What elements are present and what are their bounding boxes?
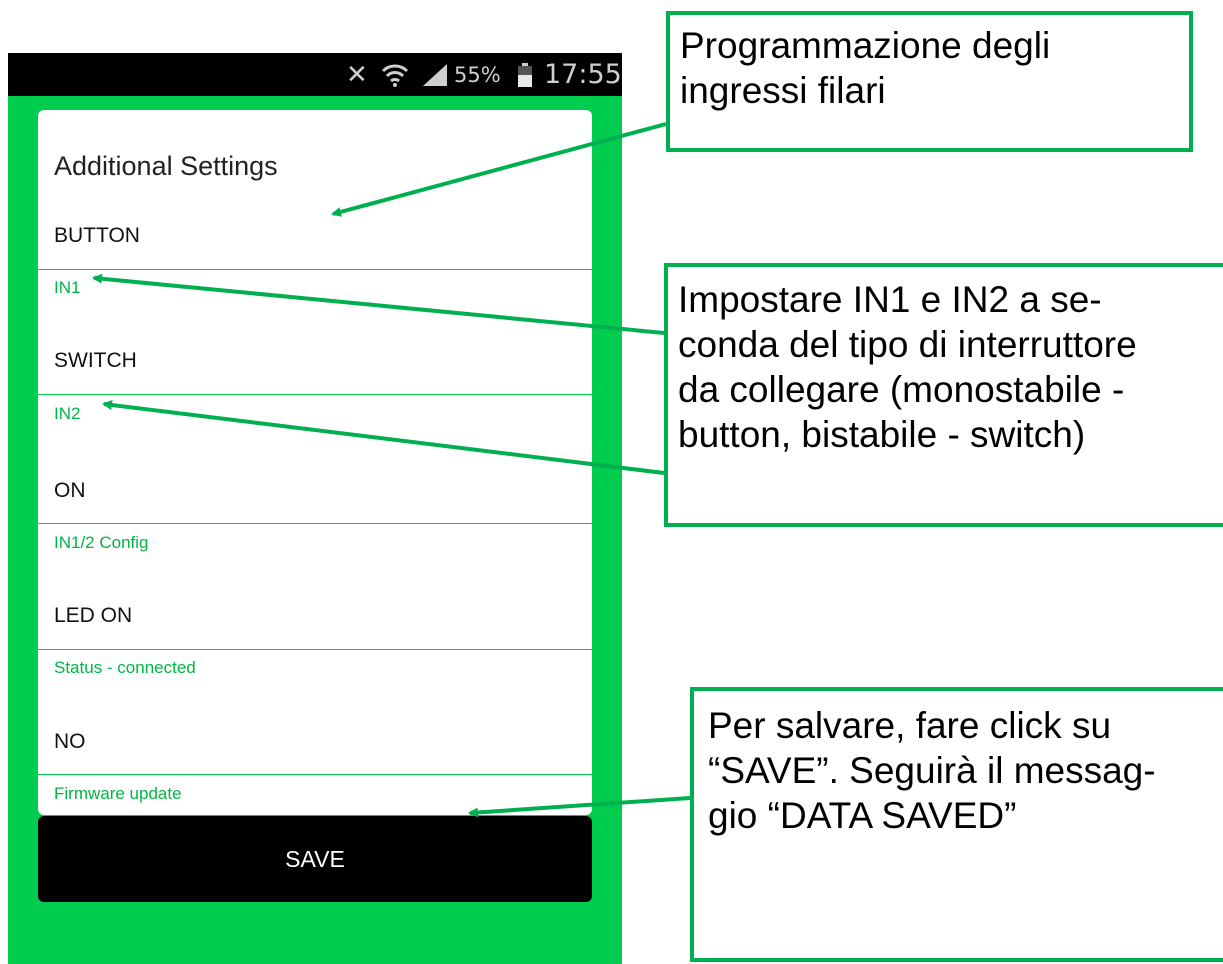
callout-wired-inputs: Programmazione degli ingressi filari	[666, 11, 1193, 152]
callout-in1-in2: Impostare IN1 e IN2 a se- conda del tipo…	[664, 263, 1223, 527]
status-value[interactable]: LED ON	[54, 604, 132, 628]
in2-value[interactable]: SWITCH	[54, 349, 137, 373]
callout-line: ingressi filari	[680, 70, 886, 111]
status-time: 17:55	[544, 59, 622, 90]
firmware-update-label: Firmware update	[54, 784, 182, 803]
divider	[38, 394, 592, 395]
status-label: Status - connected	[54, 658, 196, 677]
firmware-update-value[interactable]: NO	[54, 730, 86, 754]
in12-config-label: IN1/2 Config	[54, 533, 149, 552]
save-button[interactable]: SAVE	[38, 816, 592, 902]
app-screen: Additional Settings BUTTON IN1 SWITCH IN…	[8, 96, 622, 964]
in1-label: IN1	[54, 278, 81, 297]
battery-percent: 55%	[454, 62, 501, 87]
status-bar: ✕ 55% 17:55	[8, 53, 622, 96]
mute-icon: ✕	[346, 59, 368, 90]
wifi-icon	[380, 53, 410, 96]
callout-line: Programmazione degli	[680, 25, 1051, 66]
settings-card: Additional Settings BUTTON IN1 SWITCH IN…	[38, 110, 592, 815]
callout-line: gio “DATA SAVED”	[708, 795, 1017, 836]
divider	[38, 269, 592, 270]
phone-screenshot: ✕ 55% 17:55 Additional Settings BUTTON I…	[8, 53, 622, 964]
in2-label: IN2	[54, 404, 81, 423]
in1-value[interactable]: BUTTON	[54, 224, 140, 248]
callout-line: da collegare (monostabile -	[678, 369, 1125, 410]
callout-save: Per salvare, fare click su “SAVE”. Segui…	[690, 687, 1223, 962]
in12-config-value[interactable]: ON	[54, 479, 86, 503]
divider	[38, 649, 592, 650]
callout-line: button, bistabile - switch)	[678, 414, 1086, 455]
divider	[38, 523, 592, 524]
divider	[38, 774, 592, 775]
callout-line: Impostare IN1 e IN2 a se-	[678, 279, 1102, 320]
card-title: Additional Settings	[54, 151, 278, 181]
battery-icon	[517, 53, 533, 96]
signal-icon	[421, 53, 449, 96]
callout-line: “SAVE”. Seguirà il messag-	[708, 750, 1156, 791]
callout-line: conda del tipo di interruttore	[678, 324, 1137, 365]
callout-line: Per salvare, fare click su	[708, 705, 1112, 746]
